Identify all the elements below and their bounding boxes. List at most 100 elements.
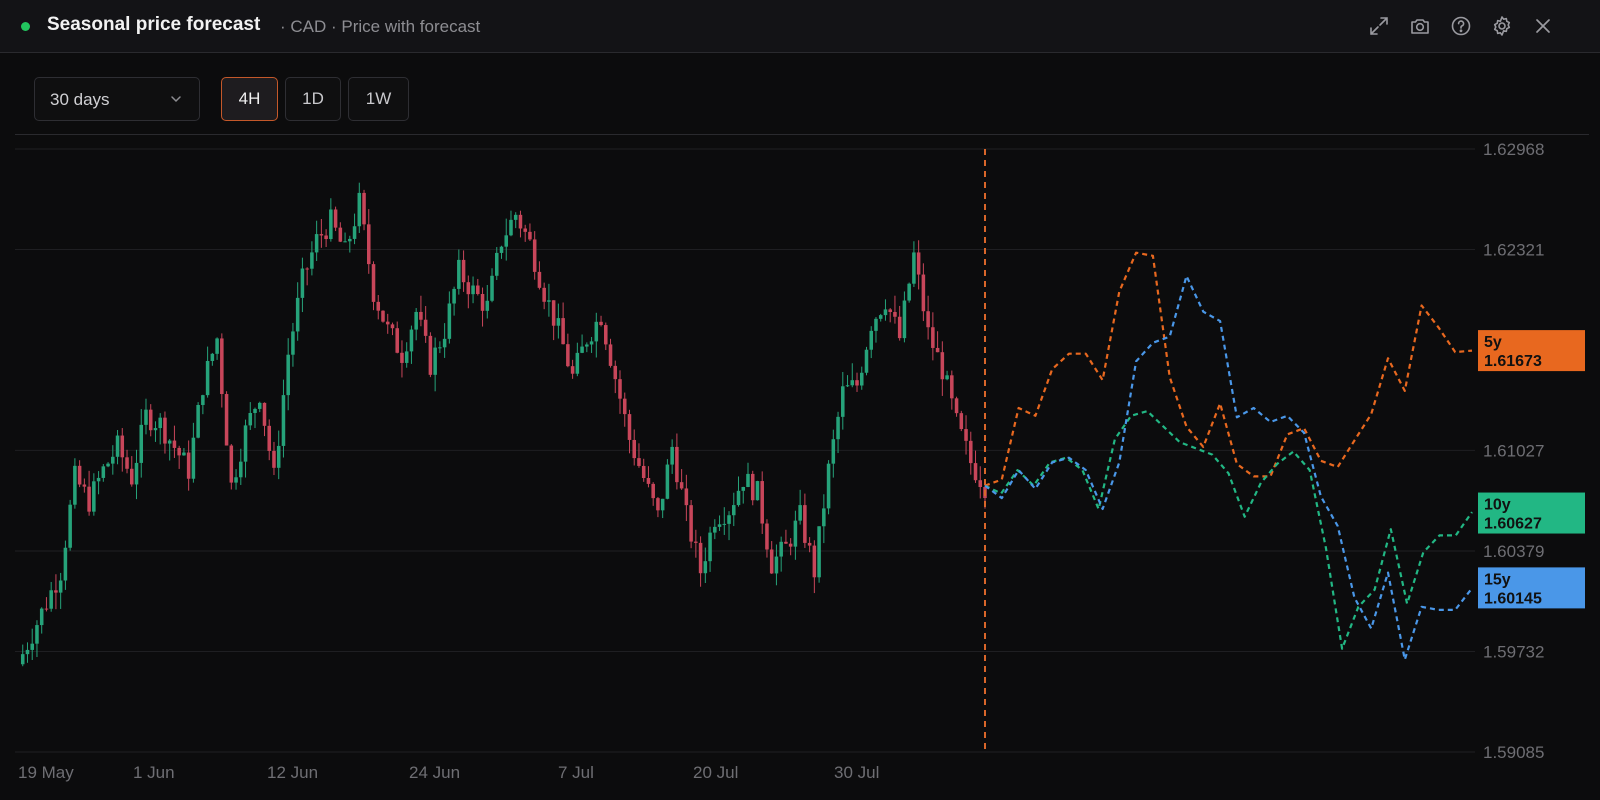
- candle-body: [959, 413, 964, 430]
- x-tick-label: 24 Jun: [409, 763, 460, 782]
- camera-icon[interactable]: [1408, 14, 1432, 38]
- candle-body: [39, 608, 44, 626]
- timeframe-1d-button[interactable]: 1D: [285, 77, 341, 121]
- price-tag-series: 10y: [1484, 497, 1511, 514]
- candle-body: [224, 394, 229, 446]
- candle-body: [547, 300, 551, 302]
- candle-body: [272, 450, 276, 468]
- candle-body: [798, 505, 802, 521]
- price-chart[interactable]: 1.62968 1.62321 1.61027 1.60379 1.59732 1.590…: [0, 135, 1600, 800]
- candle-body: [817, 526, 821, 578]
- x-tick-label: 12 Jun: [267, 763, 318, 782]
- gear-icon[interactable]: [1490, 14, 1514, 38]
- candle-body: [286, 354, 290, 396]
- candle-body: [784, 541, 788, 544]
- candle-body: [433, 347, 437, 375]
- range-select[interactable]: 30 days: [34, 77, 200, 121]
- price-tag-5y: 5y 1.61673: [1478, 330, 1585, 372]
- candle-body: [964, 429, 968, 441]
- timeframe-1w-button[interactable]: 1W: [348, 77, 409, 121]
- candle-body: [362, 192, 366, 225]
- candle-body: [20, 654, 25, 665]
- candle-body: [485, 300, 490, 311]
- candle-body: [604, 325, 608, 345]
- page-subtitle: · CAD · Price with forecast: [280, 17, 481, 36]
- candle-body: [822, 508, 826, 527]
- candle-body: [490, 275, 494, 301]
- candle-body: [438, 347, 442, 349]
- candle-body: [257, 402, 262, 409]
- candle-body: [461, 259, 466, 283]
- candle-body: [96, 477, 101, 482]
- expand-icon[interactable]: [1367, 14, 1391, 38]
- candle-body: [49, 590, 53, 609]
- close-icon[interactable]: [1531, 14, 1555, 38]
- help-icon[interactable]: [1449, 14, 1473, 38]
- candle-body: [414, 311, 418, 330]
- candle-body: [897, 316, 902, 339]
- candle-body: [831, 439, 836, 464]
- candle-body: [580, 346, 584, 353]
- candle-body: [570, 366, 575, 374]
- candle-body: [300, 268, 305, 298]
- candle-body: [111, 456, 115, 464]
- candle-body: [205, 360, 210, 396]
- candle-body: [926, 311, 930, 328]
- candle-body: [594, 321, 599, 342]
- candle-body: [177, 447, 181, 456]
- candle-body: [134, 462, 139, 485]
- candle-body: [499, 246, 504, 253]
- forecast-line-15y: [984, 274, 1473, 661]
- candle-body: [622, 398, 627, 415]
- price-tag-series: 5y: [1484, 334, 1502, 351]
- candle-body: [295, 297, 300, 332]
- candle-body: [395, 328, 399, 353]
- candles: [20, 182, 987, 667]
- candle-body: [35, 625, 39, 644]
- candle-body: [338, 227, 343, 242]
- candle-body: [106, 463, 110, 467]
- candle-body: [305, 268, 309, 270]
- candle-body: [92, 481, 96, 512]
- candle-body: [523, 228, 527, 232]
- candle-body: [239, 461, 243, 478]
- candle-body: [907, 283, 911, 301]
- candle-body: [689, 505, 693, 542]
- candle-body: [25, 649, 30, 655]
- candle-body: [376, 301, 381, 311]
- candle-body: [153, 428, 158, 431]
- candle-body: [731, 505, 736, 516]
- candle-body: [504, 235, 509, 247]
- price-tag-series: 15y: [1484, 571, 1511, 588]
- timeframe-4h-button[interactable]: 4H: [221, 77, 278, 121]
- candle-body: [163, 417, 167, 444]
- candle-body: [670, 446, 674, 465]
- candle-body: [509, 219, 513, 236]
- x-tick-label: 7 Jul: [558, 763, 594, 782]
- candle-body: [954, 398, 959, 414]
- candle-body: [585, 344, 589, 347]
- candle-body: [746, 473, 750, 488]
- candle-body: [537, 271, 542, 288]
- candle-body: [893, 312, 897, 317]
- candle-body: [471, 285, 475, 295]
- candle-body: [855, 380, 859, 386]
- candle-body: [419, 311, 423, 320]
- candle-body: [476, 285, 480, 294]
- x-tick-label: 1 Jun: [133, 763, 175, 782]
- x-tick-label: 30 Jul: [834, 763, 879, 782]
- page-title: Seasonal price forecast: [47, 14, 261, 35]
- candle-body: [940, 352, 945, 380]
- price-tag-value: 1.61673: [1484, 353, 1542, 370]
- candle-body: [367, 224, 371, 265]
- candle-body: [575, 352, 580, 374]
- candle-body: [874, 318, 878, 331]
- candle-body: [319, 234, 324, 236]
- candle-body: [641, 465, 646, 478]
- candle-body: [660, 498, 665, 511]
- chevron-down-icon: [171, 96, 181, 103]
- candle-body: [82, 484, 87, 487]
- candle-body: [352, 226, 357, 239]
- candle-body: [148, 409, 153, 431]
- candle-body: [267, 425, 272, 451]
